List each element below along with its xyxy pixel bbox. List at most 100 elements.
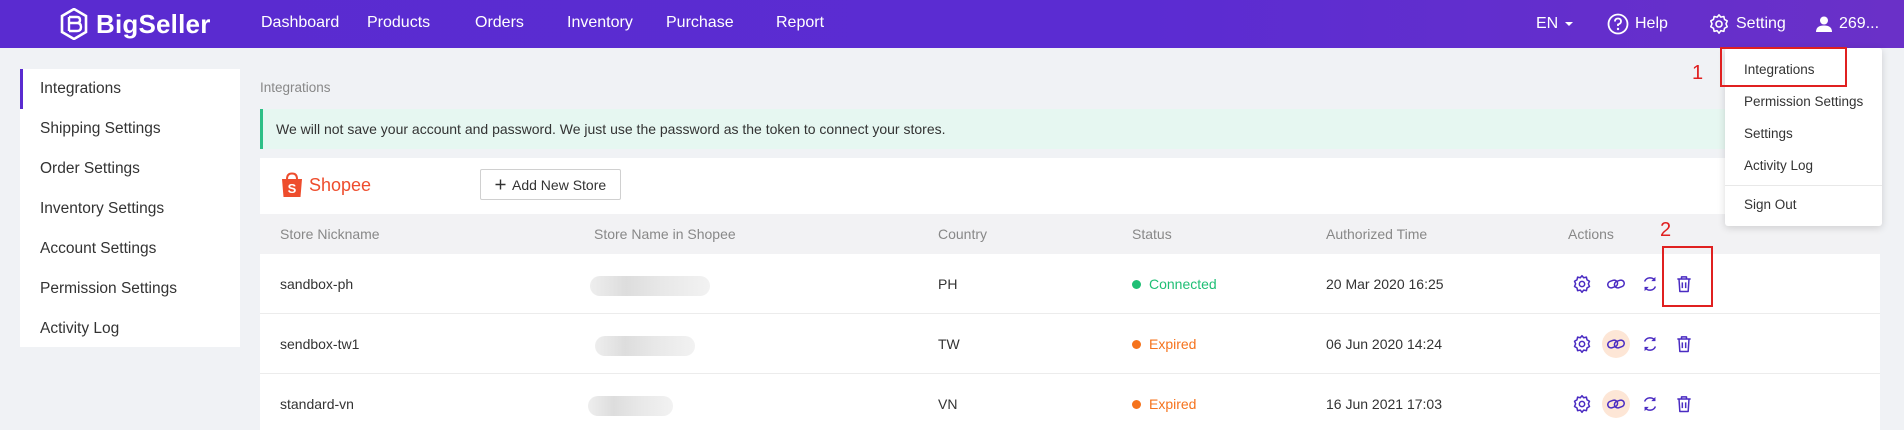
platform-name: Shopee: [309, 174, 372, 195]
store-nickname: sendbox-tw1: [280, 336, 360, 352]
delete-action-button[interactable]: [1670, 390, 1698, 418]
settings-sidebar: Integrations Shipping Settings Order Set…: [20, 69, 240, 347]
annotation-step-2: 2: [1660, 219, 1672, 241]
bigseller-logo[interactable]: BigSeller: [60, 8, 211, 40]
bigseller-logo-icon: [60, 8, 88, 40]
column-store-name: Store Name in Shopee: [594, 226, 736, 242]
sidebar-item-account-settings[interactable]: Account Settings: [20, 229, 240, 269]
refresh-icon: [1643, 276, 1657, 292]
store-country: TW: [938, 336, 960, 352]
status-badge: Expired: [1132, 314, 1196, 374]
delete-action-button[interactable]: [1670, 330, 1698, 358]
setting-label: Setting: [1736, 15, 1786, 32]
nav-report[interactable]: Report: [776, 0, 824, 48]
setting-menu[interactable]: Setting: [1708, 0, 1786, 48]
sync-action-button[interactable]: [1636, 330, 1664, 358]
menu-item-permission-settings[interactable]: Permission Settings: [1744, 94, 1863, 109]
add-new-store-button[interactable]: Add New Store: [480, 169, 622, 200]
menu-divider: [1725, 185, 1882, 186]
sidebar-item-permission-settings[interactable]: Permission Settings: [20, 269, 240, 309]
column-status: Status: [1132, 226, 1172, 242]
settings-action-button[interactable]: [1568, 270, 1596, 298]
table-header: Store Nickname Store Name in Shopee Coun…: [260, 214, 1880, 254]
gear-icon: [1573, 394, 1591, 414]
nav-inventory[interactable]: Inventory: [567, 0, 633, 48]
gear-icon: [1573, 274, 1591, 294]
column-actions: Actions: [1568, 226, 1614, 242]
refresh-icon: [1643, 396, 1657, 412]
row-actions: [1568, 330, 1698, 358]
authorized-time: 16 Jun 2021 17:03: [1326, 396, 1442, 412]
help-label: Help: [1635, 15, 1668, 32]
info-notice: We will not save your account and passwo…: [260, 109, 1880, 149]
plus-icon: [495, 179, 506, 190]
store-country: PH: [938, 276, 958, 292]
row-actions: [1568, 390, 1698, 418]
settings-action-button[interactable]: [1568, 330, 1596, 358]
language-label: EN: [1536, 15, 1559, 32]
menu-item-settings[interactable]: Settings: [1744, 126, 1793, 141]
table-row: sandbox-ph PH Connected 20 Mar 2020 16:2…: [260, 254, 1880, 314]
gear-icon: [1573, 334, 1591, 354]
nav-purchase[interactable]: Purchase: [666, 0, 734, 48]
breadcrumb: Integrations: [260, 80, 331, 95]
menu-item-activity-log[interactable]: Activity Log: [1744, 158, 1813, 173]
status-text: Expired: [1149, 396, 1197, 412]
help-link[interactable]: Help: [1607, 0, 1668, 48]
column-store-nickname: Store Nickname: [280, 226, 380, 242]
nav-products[interactable]: Products: [367, 0, 430, 48]
status-text: Expired: [1149, 336, 1197, 352]
annotation-highlight-integrations: [1720, 47, 1847, 87]
settings-action-button[interactable]: [1568, 390, 1596, 418]
status-dot: [1132, 279, 1141, 289]
sync-action-button[interactable]: [1636, 270, 1664, 298]
user-menu[interactable]: 269...: [1815, 0, 1879, 48]
store-country: VN: [938, 396, 958, 412]
sidebar-item-activity-log[interactable]: Activity Log: [20, 309, 240, 349]
language-selector[interactable]: EN: [1536, 0, 1574, 48]
redacted-store-name: [590, 276, 710, 296]
gear-icon: [1709, 14, 1729, 34]
sidebar-item-shipping-settings[interactable]: Shipping Settings: [20, 109, 240, 149]
user-name: 269...: [1839, 15, 1880, 32]
status-badge: Connected: [1132, 254, 1217, 314]
sidebar-item-integrations[interactable]: Integrations: [20, 69, 240, 109]
sync-action-button[interactable]: [1636, 390, 1664, 418]
svg-text:S: S: [288, 181, 297, 196]
annotation-highlight-delete: [1662, 246, 1713, 307]
redacted-store-name: [595, 336, 695, 356]
shopee-logo: S Shopee: [280, 172, 371, 198]
status-text: Connected: [1149, 276, 1217, 292]
column-country: Country: [938, 226, 988, 242]
menu-item-sign-out[interactable]: Sign Out: [1744, 197, 1797, 212]
authorized-time: 20 Mar 2020 16:25: [1326, 276, 1444, 292]
user-icon: [1816, 16, 1832, 32]
nav-orders[interactable]: Orders: [475, 0, 524, 48]
status-dot: [1132, 339, 1141, 349]
nav-dashboard[interactable]: Dashboard: [261, 0, 339, 48]
store-nickname: standard-vn: [280, 396, 354, 412]
sidebar-item-order-settings[interactable]: Order Settings: [20, 149, 240, 189]
redacted-store-name: [588, 396, 673, 416]
column-authorized-time: Authorized Time: [1326, 226, 1428, 242]
trash-icon: [1677, 336, 1691, 353]
status-badge: Expired: [1132, 374, 1196, 430]
brand-name: BigSeller: [96, 8, 211, 39]
reauthorize-action-button[interactable]: [1602, 330, 1630, 358]
link-icon: [1607, 399, 1625, 409]
table-row: sendbox-tw1 TW Expired 06 Jun 2020 14:24: [260, 314, 1880, 374]
refresh-icon: [1643, 336, 1657, 352]
top-navigation-bar: BigSeller Dashboard Products Orders Inve…: [0, 0, 1904, 48]
store-nickname: sandbox-ph: [280, 276, 354, 292]
chevron-down-icon: [1565, 22, 1574, 26]
trash-icon: [1677, 396, 1691, 413]
shopee-bag-icon: S: [282, 172, 302, 197]
sidebar-item-inventory-settings[interactable]: Inventory Settings: [20, 189, 240, 229]
reauthorize-action-button[interactable]: [1602, 270, 1630, 298]
integrations-panel: S Shopee Add New Store Store Nickname St…: [260, 158, 1880, 430]
link-icon: [1607, 279, 1625, 289]
reauthorize-action-button[interactable]: [1602, 390, 1630, 418]
status-dot: [1132, 399, 1141, 409]
help-icon: [1607, 13, 1629, 35]
annotation-step-1: 1: [1692, 62, 1704, 84]
